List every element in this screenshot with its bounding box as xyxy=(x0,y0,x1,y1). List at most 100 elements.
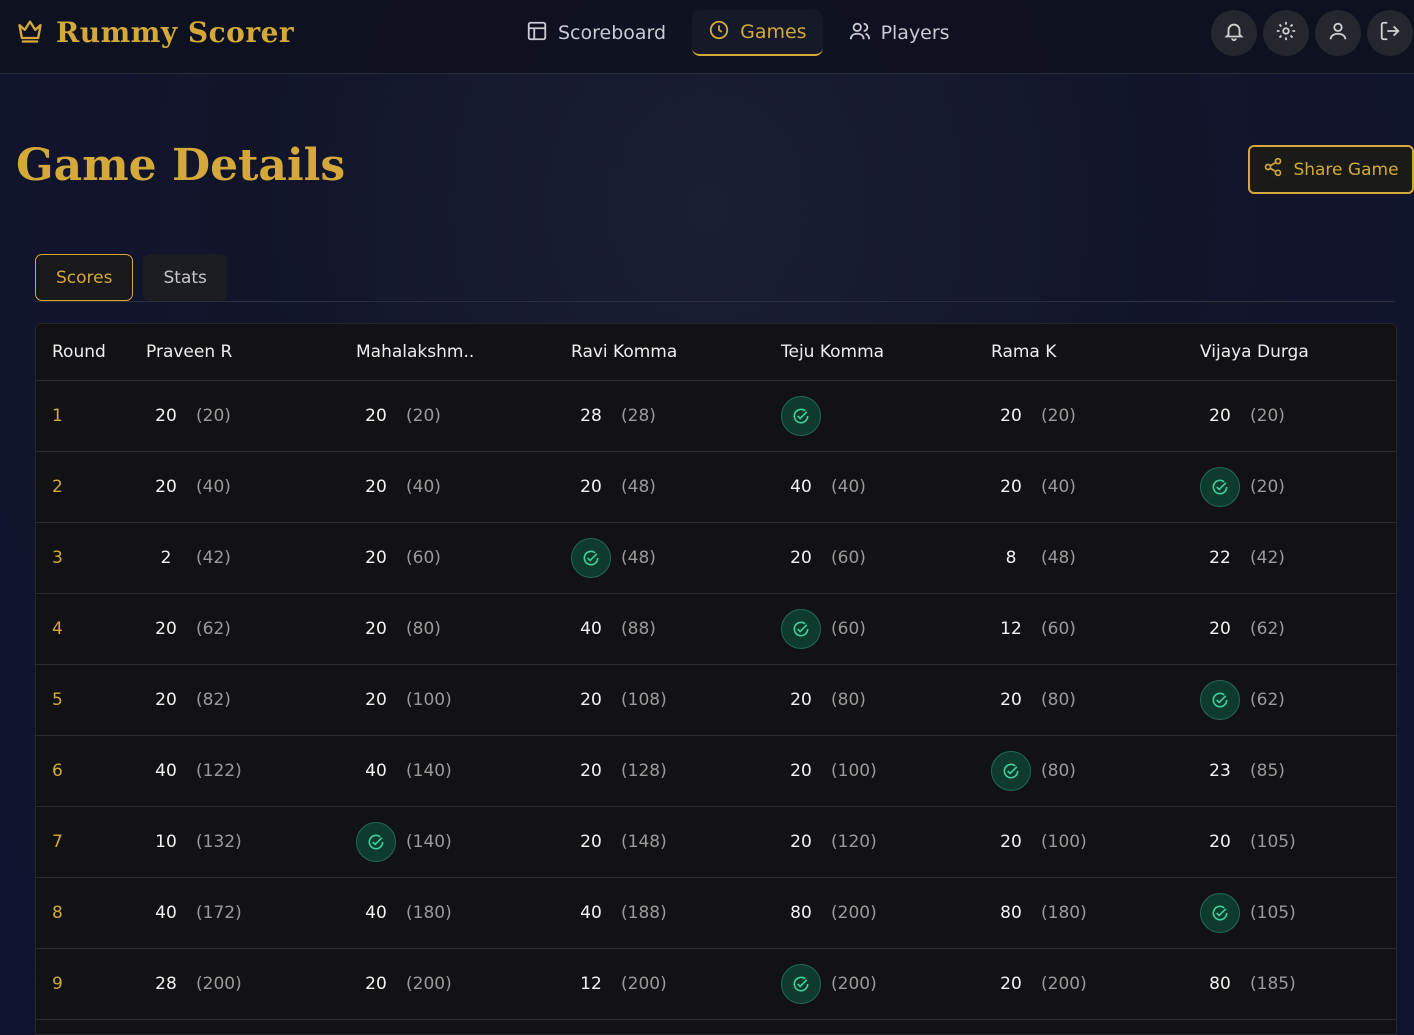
round-score: 20 xyxy=(580,832,602,852)
running-total: (120) xyxy=(831,832,877,852)
nav-games[interactable]: Games xyxy=(692,10,823,56)
running-total: (140) xyxy=(406,832,452,852)
table-row: 1 20 (20) 20 (20) 28 (28) 20 (20) 20 (20) xyxy=(36,381,1396,452)
round-score: 80 xyxy=(790,903,812,923)
round-score: 20 xyxy=(1000,832,1022,852)
logout-icon xyxy=(1379,20,1401,46)
round-score: 22 xyxy=(1209,548,1231,568)
running-total: (62) xyxy=(1250,690,1285,710)
running-total: (48) xyxy=(1041,548,1076,568)
round-score: 40 xyxy=(365,903,387,923)
round-number: 5 xyxy=(52,690,63,710)
running-total: (80) xyxy=(1041,690,1076,710)
winner-check-icon xyxy=(1200,467,1240,507)
round-score: 8 xyxy=(1005,548,1017,568)
profile-button[interactable] xyxy=(1315,10,1361,56)
round-score: 40 xyxy=(365,761,387,781)
round-score: 40 xyxy=(790,477,812,497)
running-total: (122) xyxy=(196,761,242,781)
running-total: (42) xyxy=(1250,548,1285,568)
running-total: (80) xyxy=(406,619,441,639)
running-total: (20) xyxy=(196,406,231,426)
running-total: (132) xyxy=(196,832,242,852)
round-score: 20 xyxy=(365,406,387,426)
running-total: (28) xyxy=(621,406,656,426)
running-total: (108) xyxy=(621,690,667,710)
brand[interactable]: Rummy Scorer xyxy=(16,16,294,49)
running-total: (60) xyxy=(1041,619,1076,639)
round-score: 12 xyxy=(1000,619,1022,639)
running-total: (100) xyxy=(1041,832,1087,852)
running-total: (88) xyxy=(621,619,656,639)
round-score: 20 xyxy=(1000,477,1022,497)
round-score: 20 xyxy=(155,406,177,426)
round-score: 80 xyxy=(1000,903,1022,923)
running-total: (40) xyxy=(1041,477,1076,497)
table-row: 5 20 (82) 20 (100) 20 (108) 20 (80) 20 (80) (62) xyxy=(36,665,1396,736)
tab-scores[interactable]: Scores xyxy=(35,254,134,301)
table-row: 9 28 (200) 20 (200) 12 (200) (200) 20 (200) 80 (185… xyxy=(36,949,1396,1020)
round-score: 20 xyxy=(790,761,812,781)
winner-check-icon xyxy=(1200,893,1240,933)
running-total: (62) xyxy=(196,619,231,639)
winner-check-icon xyxy=(781,964,821,1004)
running-total: (40) xyxy=(196,477,231,497)
winner-check-icon xyxy=(991,751,1031,791)
running-total: (180) xyxy=(1041,903,1087,923)
running-total: (40) xyxy=(406,477,441,497)
running-total: (148) xyxy=(621,832,667,852)
running-total: (80) xyxy=(831,690,866,710)
player-header: Rama K xyxy=(991,342,1057,362)
clock-icon xyxy=(708,19,730,46)
running-total: (188) xyxy=(621,903,667,923)
round-score: 20 xyxy=(1209,619,1231,639)
nav-label: Scoreboard xyxy=(558,22,667,44)
round-score: 20 xyxy=(1000,974,1022,994)
running-total: (100) xyxy=(831,761,877,781)
notifications-button[interactable] xyxy=(1211,10,1257,56)
running-total: (60) xyxy=(831,548,866,568)
running-total: (200) xyxy=(621,974,667,994)
player-header: Mahalakshm.. xyxy=(356,342,475,362)
table-row: 4 20 (62) 20 (80) 40 (88) (60) 12 (60) 20 (62) xyxy=(36,594,1396,665)
nav-scoreboard[interactable]: Scoreboard xyxy=(510,10,682,56)
header-actions xyxy=(1211,10,1413,56)
running-total: (20) xyxy=(406,406,441,426)
round-score: 20 xyxy=(365,974,387,994)
nav-players[interactable]: Players xyxy=(833,10,966,56)
player-header: Teju Komma xyxy=(781,342,885,362)
round-number: 4 xyxy=(52,619,63,639)
running-total: (200) xyxy=(831,903,877,923)
tab-stats[interactable]: Stats xyxy=(143,254,227,301)
running-total: (128) xyxy=(621,761,667,781)
winner-check-icon xyxy=(1200,680,1240,720)
player-header: Vijaya Durga xyxy=(1200,342,1309,362)
running-total: (20) xyxy=(1041,406,1076,426)
table-header: Round Praveen R Mahalakshm.. Ravi Komma Tej… xyxy=(36,324,1396,381)
round-number: 2 xyxy=(52,477,63,497)
bell-icon xyxy=(1223,20,1245,46)
winner-check-icon xyxy=(571,538,611,578)
running-total: (172) xyxy=(196,903,242,923)
running-total: (20) xyxy=(1250,477,1285,497)
winner-check-icon xyxy=(781,396,821,436)
winner-check-icon xyxy=(781,609,821,649)
round-number: 1 xyxy=(52,406,63,426)
round-score: 2 xyxy=(160,548,172,568)
tab-bar: Scores Stats xyxy=(35,254,227,301)
table-row: 3 2 (42) 20 (60) (48) 20 (60) 8 (48) 22 (42) xyxy=(36,523,1396,594)
round-score: 40 xyxy=(155,761,177,781)
page-title: Game Details xyxy=(16,140,346,191)
round-score: 20 xyxy=(365,619,387,639)
round-score: 20 xyxy=(1209,406,1231,426)
running-total: (60) xyxy=(406,548,441,568)
main-nav: Scoreboard Games Players xyxy=(510,10,966,56)
round-score: 40 xyxy=(155,903,177,923)
logout-button[interactable] xyxy=(1367,10,1413,56)
running-total: (100) xyxy=(406,690,452,710)
round-number: 8 xyxy=(52,903,63,923)
share-game-button[interactable]: Share Game xyxy=(1248,145,1414,194)
round-score: 20 xyxy=(580,761,602,781)
settings-button[interactable] xyxy=(1263,10,1309,56)
running-total: (140) xyxy=(406,761,452,781)
